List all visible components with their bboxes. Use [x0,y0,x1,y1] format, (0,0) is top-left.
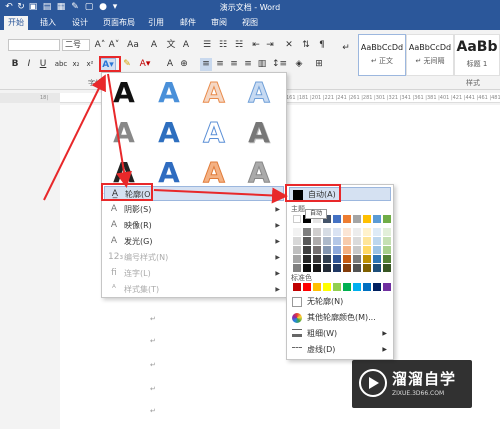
arrow-to-outline [107,73,132,188]
play-logo-icon [359,369,387,397]
watermark-url: ZIXUE.3D66.COM [392,390,445,397]
auto-tooltip: 自动 [305,209,327,219]
watermark-title: 溜溜自学 [392,370,457,388]
arrow-to-text-effects [43,74,106,201]
arrow-to-auto [153,187,288,204]
watermark: 溜溜自学 ZIXUE.3D66.COM [352,360,472,408]
